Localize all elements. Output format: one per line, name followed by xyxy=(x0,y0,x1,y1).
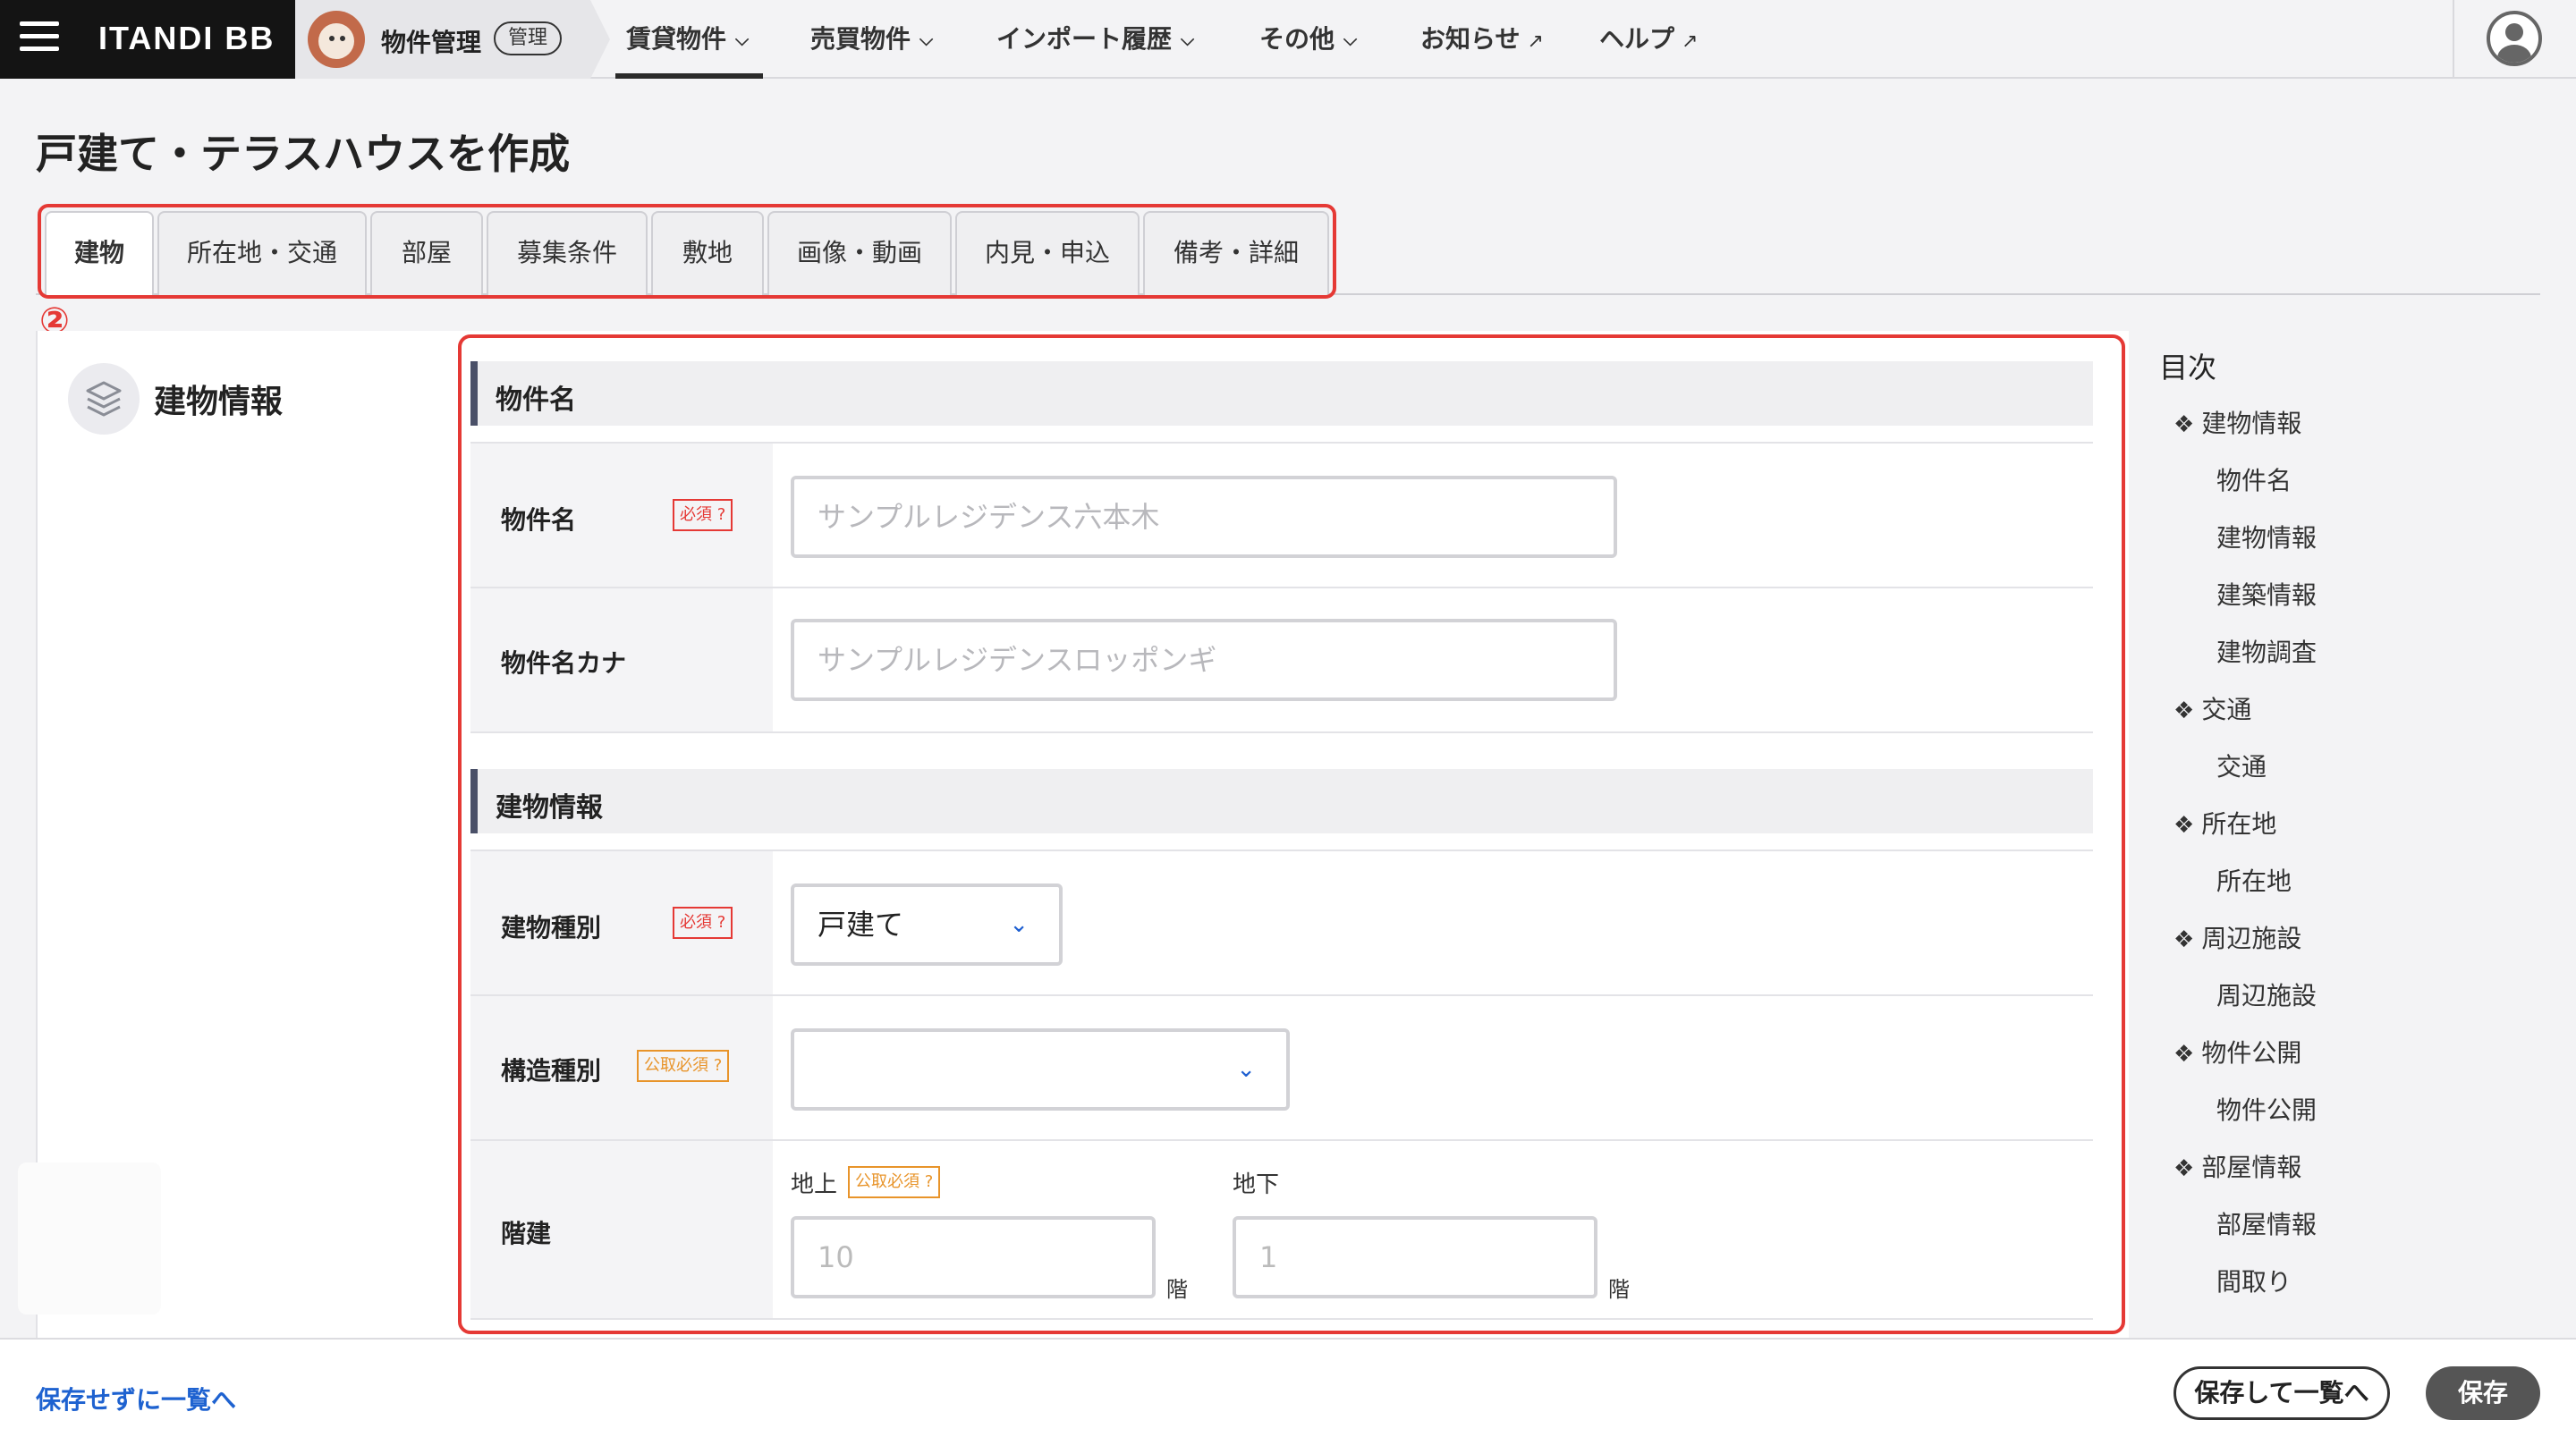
brand-block: ITANDI BB xyxy=(0,0,295,79)
toc-item-room-info[interactable]: ❖ 部屋情報 xyxy=(2174,1148,2301,1184)
chevron-down-icon: ⌵ xyxy=(919,29,934,50)
chevron-down-icon: ⌵ xyxy=(1181,29,1195,50)
save-and-list-button[interactable]: 保存して一覧へ xyxy=(2174,1366,2390,1420)
tabs-highlight-frame xyxy=(38,204,1336,299)
left-section-title[interactable]: 建物情報 xyxy=(154,376,283,422)
nav-other[interactable]: その他 ⌵ xyxy=(1259,0,1357,79)
toc-item-location[interactable]: ❖ 所在地 xyxy=(2174,805,2276,841)
toc-item-building-survey[interactable]: 建物調査 xyxy=(2216,633,2317,669)
app-switcher[interactable]: 物件管理 管理 xyxy=(295,0,610,79)
toc-item-publish[interactable]: ❖ 物件公開 xyxy=(2174,1034,2301,1069)
toc-item-construction-info[interactable]: 建築情報 xyxy=(2216,576,2317,612)
chevron-down-icon: ⌵ xyxy=(1343,29,1358,50)
toc-item-building-info[interactable]: ❖ 建物情報 xyxy=(2174,404,2301,440)
toc-item-nearby-sub[interactable]: 周辺施設 xyxy=(2216,976,2317,1012)
form-highlight-frame xyxy=(458,334,2125,1334)
back-to-list-without-saving-link[interactable]: 保存せずに一覧へ xyxy=(36,1381,236,1416)
toc-item-location-sub[interactable]: 所在地 xyxy=(2216,862,2292,898)
tag-icon: ❖ xyxy=(2174,1155,2195,1182)
brand-logo[interactable]: ITANDI BB xyxy=(98,20,275,57)
tag-icon: ❖ xyxy=(2174,1041,2195,1068)
toc-title: 目次 xyxy=(2159,351,2217,385)
nav-rental[interactable]: 賃貸物件 ⌵ xyxy=(614,0,764,79)
nav-sales[interactable]: 売買物件 ⌵ xyxy=(810,0,933,79)
toc-item-building-info-sub[interactable]: 建物情報 xyxy=(2216,519,2317,554)
bear-avatar-icon xyxy=(308,11,365,68)
external-link-icon: ↗ xyxy=(1527,30,1544,53)
nav-import-history[interactable]: インポート履歴 ⌵ xyxy=(996,0,1194,79)
toc-item-transport[interactable]: ❖ 交通 xyxy=(2174,690,2251,726)
tag-icon: ❖ xyxy=(2174,411,2195,438)
nav-help[interactable]: ヘルプ ↗ xyxy=(1599,0,1698,79)
tag-icon: ❖ xyxy=(2174,697,2195,724)
external-link-icon: ↗ xyxy=(1682,30,1699,53)
tag-icon: ❖ xyxy=(2174,926,2195,953)
hamburger-menu-icon[interactable] xyxy=(20,21,59,57)
app-role-badge: 管理 xyxy=(494,21,563,55)
page-title: 戸建て・テラスハウスを作成 xyxy=(36,130,571,178)
toc-item-publish-sub[interactable]: 物件公開 xyxy=(2216,1091,2317,1127)
floating-card xyxy=(18,1162,161,1315)
tag-icon: ❖ xyxy=(2174,812,2195,839)
user-menu[interactable] xyxy=(2453,0,2576,79)
toc-item-property-name[interactable]: 物件名 xyxy=(2216,461,2292,497)
toc-item-nearby[interactable]: ❖ 周辺施設 xyxy=(2174,919,2301,955)
user-avatar-icon[interactable] xyxy=(2487,11,2542,66)
footer-bar: 保存せずに一覧へ 保存して一覧へ 保存 xyxy=(0,1338,2576,1454)
nav-news[interactable]: お知らせ ↗ xyxy=(1420,0,1544,79)
app-name: 物件管理 xyxy=(381,28,482,57)
toc-item-room-info-sub[interactable]: 部屋情報 xyxy=(2216,1205,2317,1241)
toc-item-transport-sub[interactable]: 交通 xyxy=(2216,748,2267,783)
layers-icon xyxy=(68,363,140,435)
toc-item-floor-plan[interactable]: 間取り xyxy=(2216,1263,2292,1298)
save-button[interactable]: 保存 xyxy=(2426,1366,2540,1420)
top-bar: ITANDI BB 物件管理 管理 賃貸物件 ⌵ 売買物件 ⌵ インポート履歴 ⌵ そ… xyxy=(0,0,2576,79)
chevron-down-icon: ⌵ xyxy=(735,29,750,50)
